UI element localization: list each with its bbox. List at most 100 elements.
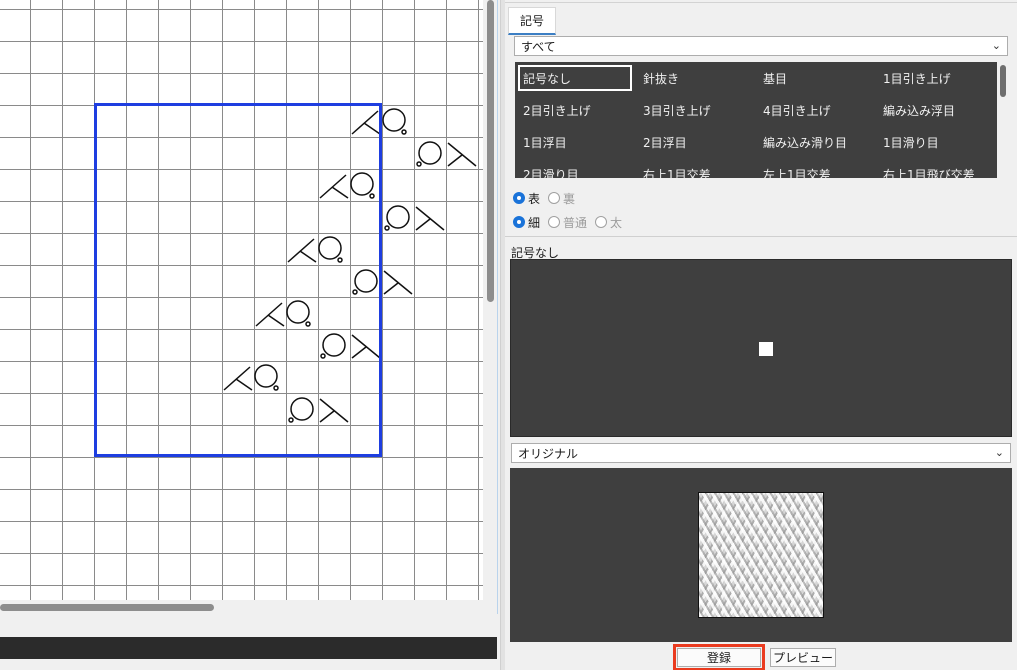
slant-stroke (383, 282, 399, 295)
slant-stroke (447, 154, 463, 167)
register-button-label: 登録 (706, 651, 731, 665)
register-button[interactable]: 登録 (673, 644, 765, 670)
selection-rectangle[interactable] (94, 103, 382, 457)
symbol-list[interactable]: 記号なし 針抜き 基目 1目引き上げ 2目引き上げ 3目引き上げ 4目引き上げ 編み込み浮目 1… (515, 62, 1009, 178)
slant-stroke (415, 218, 431, 231)
symbol-item[interactable]: 1目引き上げ (875, 62, 995, 94)
pattern-layer (94, 103, 477, 457)
symbol-item[interactable]: 記号なし (515, 62, 635, 94)
symbol-item[interactable]: 右上1目飛び交差 (875, 158, 995, 179)
stitch-circle (254, 364, 278, 388)
panel-divider (505, 236, 1017, 237)
tab-symbols-label: 記号 (519, 14, 544, 28)
stitch-dot (273, 385, 279, 391)
status-bar (0, 637, 497, 659)
radio-weight-normal[interactable]: 普通 (548, 214, 587, 231)
chevron-down-icon: ⌄ (994, 446, 1004, 459)
slant-stroke (331, 186, 349, 199)
symbol-item[interactable]: 針抜き (635, 62, 755, 94)
slant-stroke (319, 410, 335, 423)
symbol-item[interactable]: 4目引き上げ (755, 94, 875, 126)
horizontal-scroll-thumb[interactable] (0, 604, 214, 611)
stitch-dot (305, 321, 311, 327)
knit-texture-image (698, 492, 824, 618)
symbol-item[interactable]: 2目滑り目 (515, 158, 635, 179)
radio-weight-thick-label: 太 (610, 215, 623, 230)
stitch-circle (290, 397, 314, 421)
radio-weight-normal-dot[interactable] (548, 216, 561, 228)
canvas-border (497, 0, 498, 614)
chevron-down-icon: ⌄ (991, 39, 1001, 52)
symbol-preview-box (510, 259, 1012, 437)
stitch-circle (286, 300, 310, 324)
symbol-filter-value: すべて (521, 39, 556, 54)
face-radio-group: 表 裏 (513, 189, 583, 207)
cable-stitch-symbol (352, 269, 413, 295)
radio-weight-normal-label: 普通 (563, 215, 588, 230)
stitch-dot (416, 161, 422, 167)
stitch-circle (354, 269, 378, 293)
slant-stroke (363, 122, 381, 135)
radio-weight-thin-label: 細 (528, 215, 541, 230)
cable-stitch-symbol (223, 364, 279, 391)
symbol-filter-dropdown[interactable]: すべて ⌄ (514, 36, 1008, 56)
symbol-item[interactable]: 基目 (755, 62, 875, 94)
radio-weight-thin[interactable]: 細 (513, 214, 540, 231)
cable-stitch-symbol (255, 300, 311, 327)
stitch-dot (320, 353, 326, 359)
knitting-grid[interactable] (0, 0, 483, 600)
radio-face-back-label: 裏 (563, 191, 576, 206)
radio-weight-thick-dot[interactable] (595, 216, 608, 228)
stitch-dot (337, 257, 343, 263)
slant-stroke (267, 314, 285, 327)
stitch-circle (418, 141, 442, 165)
symbol-item[interactable]: 左上1目交差 (755, 158, 875, 179)
radio-weight-thin-dot[interactable] (513, 216, 525, 228)
symbol-preview-mark (759, 342, 773, 356)
radio-face-front-label: 表 (528, 191, 541, 206)
slant-stroke (351, 346, 367, 359)
cable-stitch-symbol (416, 141, 477, 167)
texture-preview-box (510, 468, 1012, 642)
radio-face-back-dot[interactable] (548, 192, 561, 204)
canvas-horizontal-scrollbar[interactable] (0, 600, 483, 614)
cable-stitch-symbol (384, 205, 445, 231)
symbol-item[interactable]: 1目浮目 (515, 126, 635, 158)
symbol-list-scrollbar[interactable] (997, 62, 1009, 178)
panel-top-divider (505, 2, 1017, 3)
preview-button-label: プレビュー (772, 651, 833, 665)
stitch-dot (369, 193, 375, 199)
stitch-dot (384, 225, 390, 231)
symbol-item[interactable]: 右上1目交差 (635, 158, 755, 179)
symbol-panel: 記号 すべて ⌄ 記号なし 針抜き 基目 1目引き上げ 2目引き上げ 3目引き上げ 4目引き… (505, 0, 1017, 670)
chart-canvas-pane (0, 0, 497, 614)
symbol-item[interactable]: 編み込み浮目 (875, 94, 995, 126)
stitch-dot (352, 289, 358, 295)
radio-face-front-dot[interactable] (513, 192, 525, 204)
radio-weight-thick[interactable]: 太 (595, 214, 622, 231)
stitch-circle (350, 172, 374, 196)
stitch-circle (386, 205, 410, 229)
symbol-item[interactable]: 編み込み滑り目 (755, 126, 875, 158)
scrollbar-corner (483, 600, 497, 614)
stitch-circle (318, 236, 342, 260)
stitch-dot (401, 129, 407, 135)
weight-radio-group: 細 普通 太 (513, 213, 630, 231)
vertical-scroll-thumb[interactable] (487, 0, 494, 302)
tab-symbols[interactable]: 記号 (508, 7, 556, 35)
cable-stitch-symbol (320, 333, 381, 359)
radio-face-back[interactable]: 裏 (548, 190, 575, 207)
texture-source-dropdown[interactable]: オリジナル ⌄ (511, 443, 1011, 463)
canvas-vertical-scrollbar[interactable] (483, 0, 497, 600)
cable-stitch-symbol (319, 172, 375, 199)
stitch-circle (322, 333, 346, 357)
symbol-item[interactable]: 1目滑り目 (875, 126, 995, 158)
symbol-item[interactable]: 3目引き上げ (635, 94, 755, 126)
symbol-item[interactable]: 2目浮目 (635, 126, 755, 158)
radio-face-front[interactable]: 表 (513, 190, 540, 207)
symbol-item[interactable]: 2目引き上げ (515, 94, 635, 126)
symbol-list-scroll-thumb[interactable] (1000, 65, 1006, 97)
preview-button[interactable]: プレビュー (770, 648, 836, 667)
cable-stitch-symbol (288, 397, 349, 423)
texture-source-value: オリジナル (518, 446, 579, 461)
